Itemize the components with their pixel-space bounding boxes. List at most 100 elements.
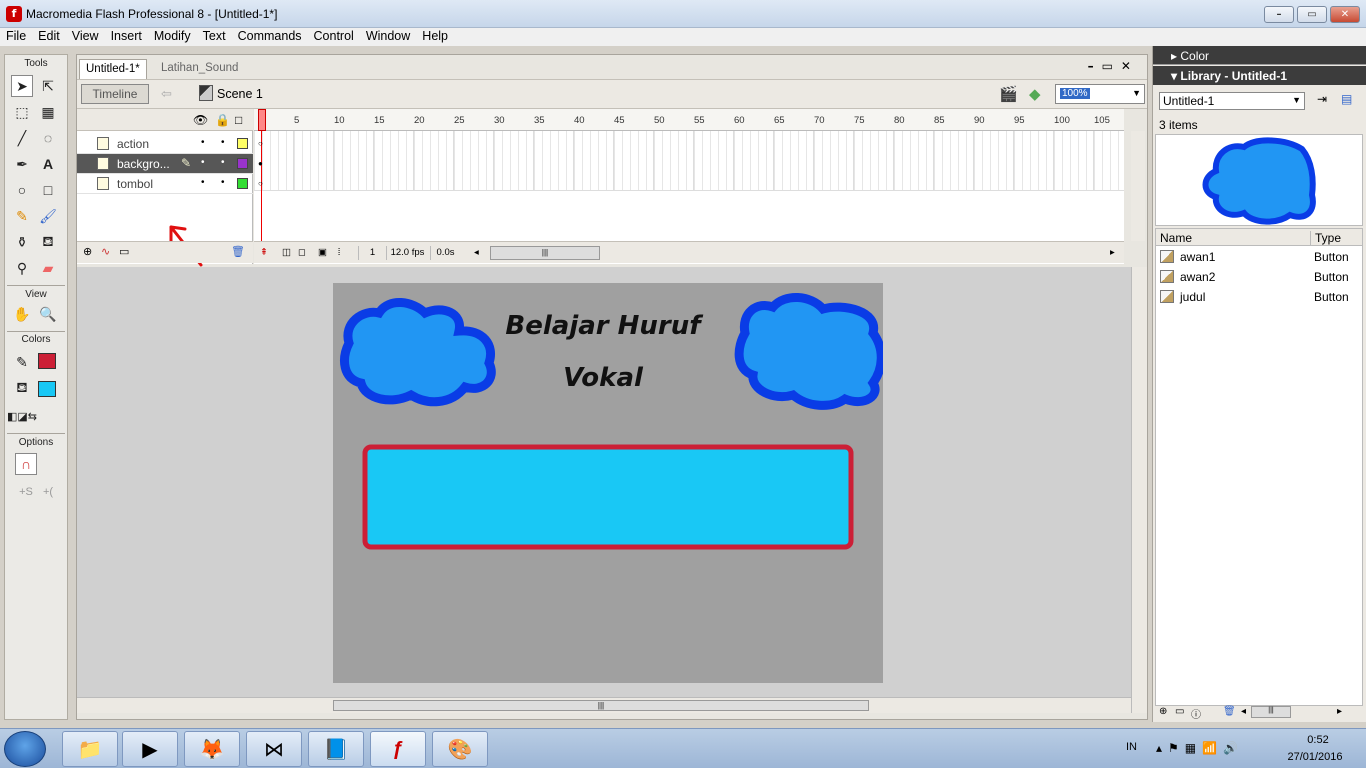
add-motion-guide-icon[interactable]: ∿: [101, 245, 110, 258]
menu-view[interactable]: View: [66, 28, 105, 46]
layer-row-action[interactable]: action • •: [77, 134, 253, 154]
free-transform-tool-icon[interactable]: ⬚: [11, 101, 33, 123]
fill-color-swatch[interactable]: [38, 381, 56, 397]
system-tray-icons[interactable]: ▴⚑▦📶🔊: [1156, 741, 1244, 755]
maximize-button[interactable]: ▭: [1297, 6, 1327, 23]
menu-help[interactable]: Help: [416, 28, 454, 46]
zoom-tool-icon[interactable]: 🔍: [37, 303, 59, 325]
paint-task-icon[interactable]: 🎨: [432, 731, 488, 767]
library-item[interactable]: judul Button: [1156, 287, 1352, 307]
timeline-vertical-scrollbar[interactable]: [1131, 131, 1145, 241]
library-hscroll-thumb[interactable]: |||: [1251, 706, 1291, 718]
scroll-left-icon[interactable]: ◂: [474, 246, 479, 260]
layer-row-tombol[interactable]: tombol • •: [77, 174, 253, 194]
playhead[interactable]: [258, 109, 266, 131]
language-indicator[interactable]: IN: [1126, 741, 1137, 753]
edit-scene-icon[interactable]: 🎬: [999, 85, 1018, 103]
frame-ruler[interactable]: 1510152025303540455055606570758085909510…: [254, 109, 1124, 131]
outline-icon[interactable]: □: [235, 113, 242, 127]
minimize-button[interactable]: –: [1264, 6, 1294, 23]
straighten-icon[interactable]: +(: [37, 481, 59, 503]
library-panel-header[interactable]: ▾ Library - Untitled-1: [1153, 66, 1366, 85]
trash-icon[interactable]: 🗑: [1223, 706, 1236, 717]
keyframe-icon[interactable]: ○: [258, 179, 263, 188]
menu-edit[interactable]: Edit: [32, 28, 66, 46]
new-library-icon[interactable]: ▤: [1341, 92, 1352, 106]
stage-vertical-scrollbar[interactable]: [1131, 267, 1147, 713]
onion-outline-icon[interactable]: ◻: [298, 246, 306, 260]
subselection-tool-icon[interactable]: ⇱: [37, 75, 59, 97]
properties-icon[interactable]: ⓘ: [1191, 706, 1201, 721]
new-folder-icon[interactable]: ▭: [1175, 706, 1184, 717]
new-symbol-icon[interactable]: ⊕: [1159, 706, 1167, 717]
back-arrow-icon[interactable]: ⇦: [161, 86, 172, 102]
lasso-tool-icon[interactable]: ◌: [37, 127, 59, 149]
onion-markers-icon[interactable]: ⦙: [338, 246, 340, 260]
timeline-toggle-button[interactable]: Timeline: [81, 84, 149, 104]
tab-latihan-sound[interactable]: Latihan_Sound: [155, 59, 244, 79]
scroll-right-icon[interactable]: ▸: [1110, 246, 1115, 260]
library-item[interactable]: awan1 Button: [1156, 247, 1352, 267]
menu-commands[interactable]: Commands: [232, 28, 308, 46]
brush-tool-icon[interactable]: 🖌: [37, 205, 59, 227]
visibility-dot[interactable]: •: [201, 137, 205, 148]
menu-modify[interactable]: Modify: [148, 28, 197, 46]
notepad-task-icon[interactable]: 📘: [308, 731, 364, 767]
visibility-dot[interactable]: •: [201, 157, 205, 168]
line-tool-icon[interactable]: ╱: [11, 127, 33, 149]
color-panel-header[interactable]: ▸ Color: [1153, 46, 1366, 65]
insert-layer-icon[interactable]: ⊕: [83, 245, 92, 258]
stage[interactable]: Belajar Huruf Vokal: [333, 283, 883, 683]
snap-magnet-icon[interactable]: ∩: [15, 453, 37, 475]
clock-date[interactable]: 27/01/2016: [1282, 751, 1348, 763]
layer-outline-color[interactable]: [237, 178, 248, 189]
document-window-controls[interactable]: –▭✕: [1088, 59, 1139, 73]
layer-outline-color[interactable]: [237, 138, 248, 149]
pin-icon[interactable]: ⇥: [1317, 92, 1327, 106]
keyframe-icon[interactable]: ●: [258, 159, 263, 168]
firefox-task-icon[interactable]: 🦊: [184, 731, 240, 767]
fill-transform-tool-icon[interactable]: ▦: [37, 101, 59, 123]
menu-text[interactable]: Text: [197, 28, 232, 46]
keyframe-icon[interactable]: ○: [258, 139, 263, 148]
hand-tool-icon[interactable]: ✋: [11, 303, 33, 325]
menu-control[interactable]: Control: [308, 28, 360, 46]
layer-row-background[interactable]: backgro... ✎ • •: [77, 154, 253, 174]
center-frame-icon[interactable]: ⇞: [260, 246, 268, 260]
rectangle-tool-icon[interactable]: □: [37, 179, 59, 201]
frame-rate[interactable]: 12.0 fps: [386, 246, 428, 260]
insert-folder-icon[interactable]: ▭: [119, 245, 129, 258]
flash-task-icon[interactable]: ƒ: [370, 731, 426, 767]
layer-outline-color[interactable]: [237, 158, 248, 169]
lock-dot[interactable]: •: [221, 177, 225, 188]
smooth-icon[interactable]: +S: [15, 481, 37, 503]
eraser-tool-icon[interactable]: ▰: [37, 257, 59, 279]
ink-bottle-tool-icon[interactable]: ⚱: [11, 231, 33, 253]
clock-time[interactable]: 0:52: [1288, 734, 1348, 746]
menu-window[interactable]: Window: [360, 28, 416, 46]
lock-dot[interactable]: •: [221, 157, 225, 168]
lock-icon[interactable]: 🔒: [215, 113, 230, 127]
edit-symbols-icon[interactable]: ◆: [1029, 85, 1041, 103]
start-button[interactable]: [4, 731, 46, 767]
scroll-left-icon[interactable]: ◂: [1241, 706, 1246, 717]
selection-tool-icon[interactable]: ➤: [11, 75, 33, 97]
scroll-thumb[interactable]: |||: [333, 700, 869, 711]
scroll-right-icon[interactable]: ▸: [1337, 706, 1342, 717]
timeline-horizontal-scrollbar[interactable]: |||: [490, 246, 600, 260]
visibility-dot[interactable]: •: [201, 177, 205, 188]
menu-insert[interactable]: Insert: [105, 28, 148, 46]
eye-icon[interactable]: 👁: [193, 113, 208, 127]
pencil-tool-icon[interactable]: ✎: [11, 205, 33, 227]
edit-multiple-frames-icon[interactable]: ▣: [318, 246, 327, 260]
explorer-task-icon[interactable]: 📁: [62, 731, 118, 767]
trash-icon[interactable]: 🗑: [231, 245, 245, 258]
library-document-select[interactable]: Untitled-1 ▼: [1159, 92, 1305, 110]
answer-box[interactable]: [362, 444, 854, 550]
stage-horizontal-scrollbar[interactable]: |||: [77, 697, 1131, 713]
pen-tool-icon[interactable]: ✒: [11, 153, 33, 175]
swap-colors-icon[interactable]: ◧◪⇆: [7, 405, 37, 427]
visual-studio-task-icon[interactable]: ⋈: [246, 731, 302, 767]
zoom-select[interactable]: 100% ▼: [1055, 84, 1145, 104]
frame-grid[interactable]: [254, 131, 1124, 191]
